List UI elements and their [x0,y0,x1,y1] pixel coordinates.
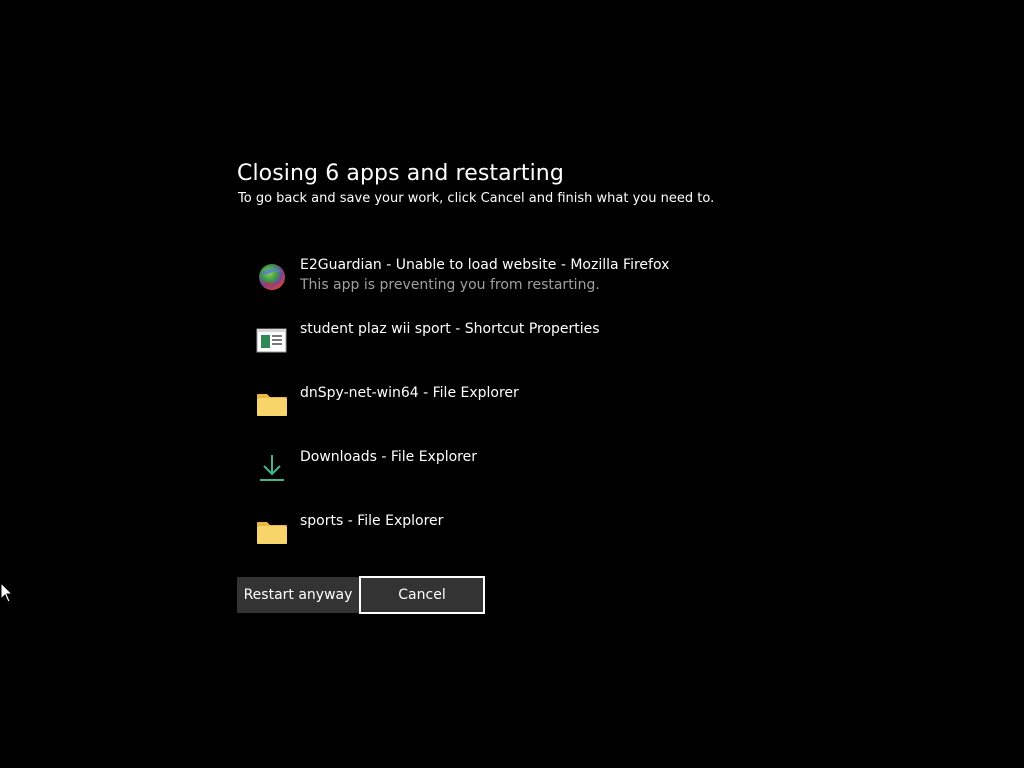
app-list: E2Guardian - Unable to load website - Mo… [255,255,735,575]
cancel-button[interactable]: Cancel [359,576,485,614]
downloads-arrow-icon [255,451,289,485]
folder-icon [255,515,289,549]
list-item: student plaz wii sport - Shortcut Proper… [255,319,735,383]
app-name: Downloads - File Explorer [300,449,478,465]
mouse-pointer-icon [0,581,14,604]
app-name: sports - File Explorer [300,513,444,529]
list-item: Downloads - File Explorer [255,447,735,511]
dialog-subtitle: To go back and save your work, click Can… [238,191,715,206]
app-name: dnSpy-net-win64 - File Explorer [300,385,519,401]
closing-apps-dialog: Closing 6 apps and restarting To go back… [237,159,757,614]
restart-screen: Closing 6 apps and restarting To go back… [0,0,1024,768]
properties-window-icon [255,323,289,357]
list-item: E2Guardian - Unable to load website - Mo… [255,255,735,319]
app-name: E2Guardian - Unable to load website - Mo… [300,257,670,273]
dialog-title: Closing 6 apps and restarting [237,161,564,186]
list-item: sports - File Explorer [255,511,735,575]
folder-icon [255,387,289,421]
restart-anyway-button[interactable]: Restart anyway [237,577,359,613]
firefox-globe-icon [255,259,289,293]
app-blocking-note: This app is preventing you from restarti… [300,277,600,293]
app-name: student plaz wii sport - Shortcut Proper… [300,321,600,337]
list-item: dnSpy-net-win64 - File Explorer [255,383,735,447]
